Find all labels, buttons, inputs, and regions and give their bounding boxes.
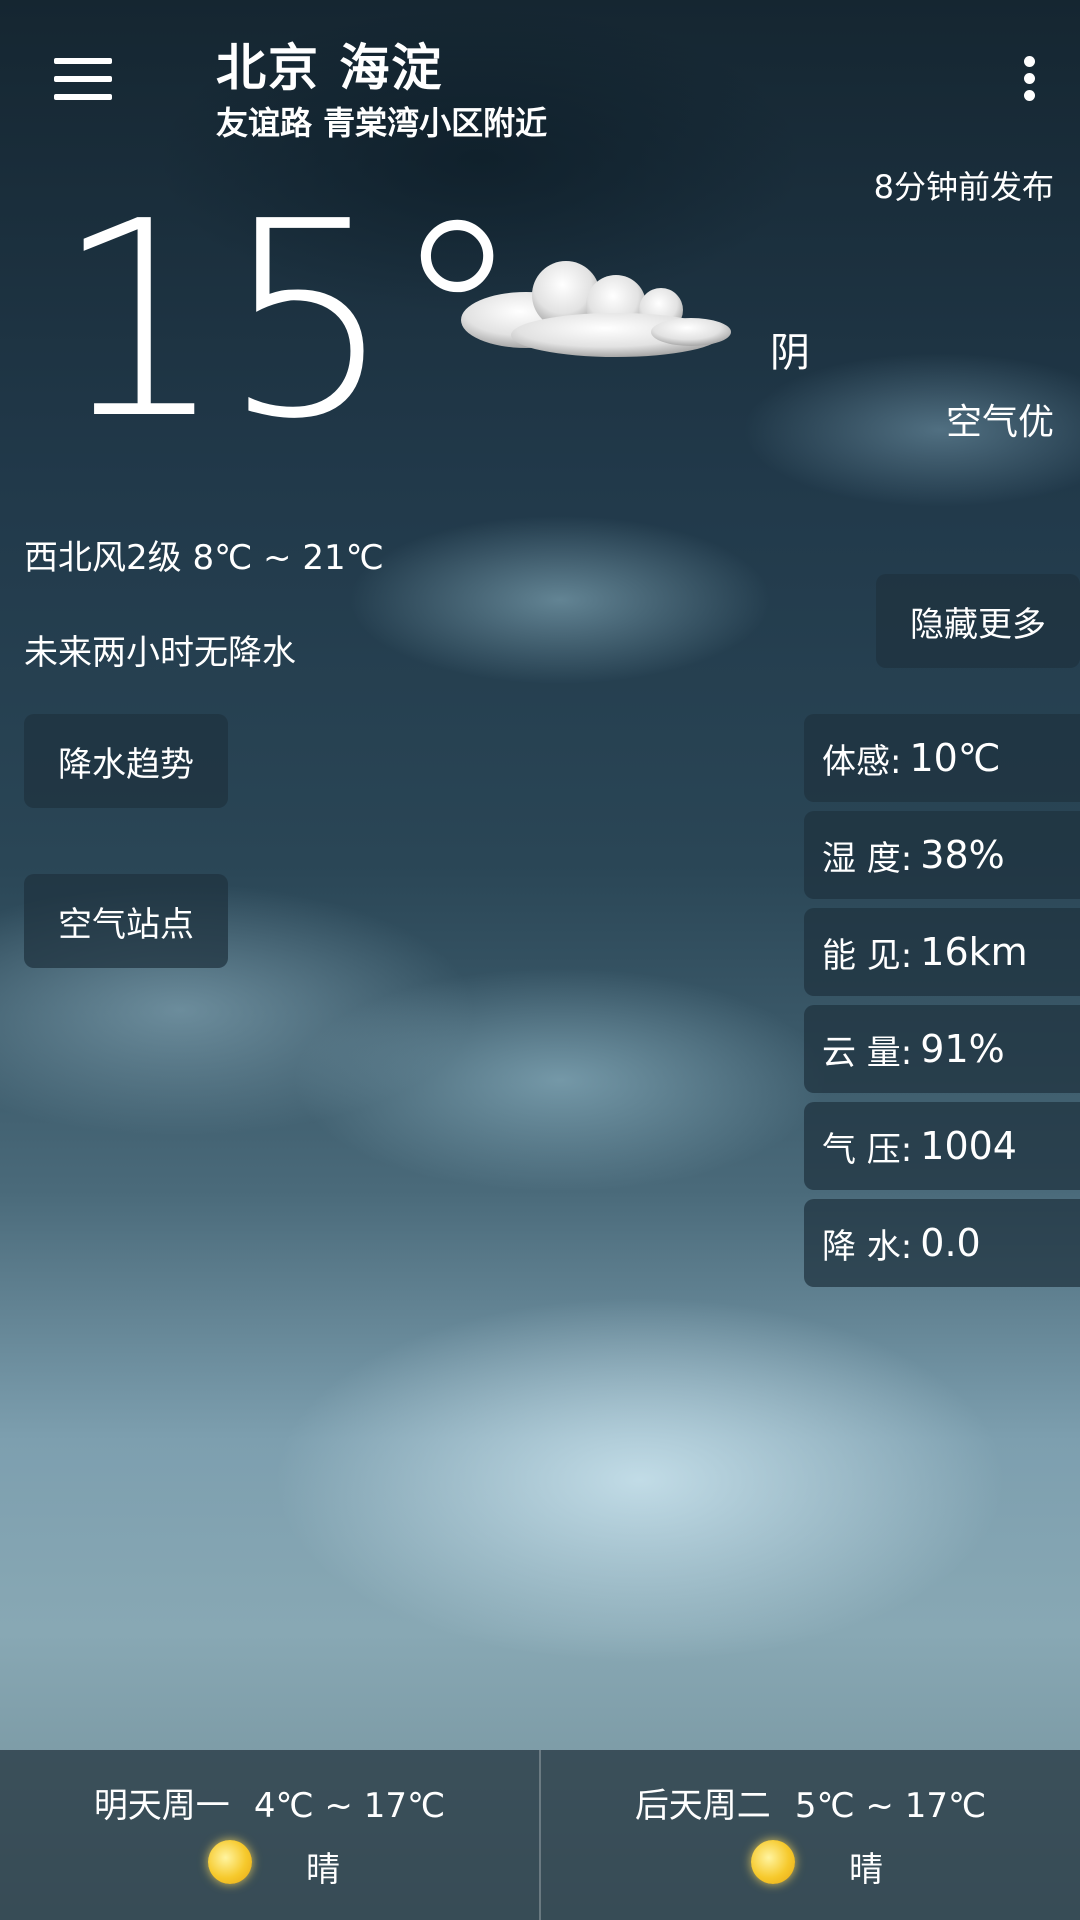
current-temperature: 15° <box>54 163 525 478</box>
forecast-temp-range: 5℃ ~ 17℃ <box>794 1786 987 1826</box>
forecast-condition: 晴 <box>849 1850 883 1890</box>
metric-value: 16km <box>920 930 1028 974</box>
metric-value: 1004 <box>920 1124 1017 1168</box>
wind-temperature-range: 西北风2级 8℃ ~ 21℃ <box>24 538 384 578</box>
forecast-day-name: 后天周二 <box>634 1786 771 1826</box>
metric-value: 0.0 <box>920 1221 981 1265</box>
metric-pressure: 气 压: 1004 <box>804 1102 1080 1190</box>
sun-icon <box>208 1840 252 1884</box>
metric-label: 气 压: <box>822 1129 913 1170</box>
metric-value: 10℃ <box>909 736 1001 780</box>
cloud-icon <box>461 261 731 357</box>
metric-cloud-cover: 云 量: 91% <box>804 1005 1080 1093</box>
metric-value: 38% <box>920 833 1005 877</box>
hamburger-menu-icon[interactable] <box>54 58 112 100</box>
forecast-day-after-tomorrow[interactable]: 后天周二 5℃ ~ 17℃ 晴 <box>539 1750 1080 1920</box>
hide-more-button[interactable]: 隐藏更多 <box>876 574 1080 668</box>
forecast-temp-range: 4℃ ~ 17℃ <box>253 1786 446 1826</box>
location-subtitle: 友谊路 青棠湾小区附近 <box>216 104 548 142</box>
metric-label: 云 量: <box>822 1032 913 1073</box>
metric-label: 湿 度: <box>822 838 913 879</box>
forecast-day-tomorrow[interactable]: 明天周一 4℃ ~ 17℃ 晴 <box>0 1750 539 1920</box>
metric-humidity: 湿 度: 38% <box>804 811 1080 899</box>
forecast-bar: 明天周一 4℃ ~ 17℃ 晴 后天周二 5℃ ~ 17℃ 晴 <box>0 1750 1080 1920</box>
weather-condition: 阴 <box>770 330 810 376</box>
metric-visibility: 能 见: 16km <box>804 908 1080 996</box>
more-vertical-icon[interactable] <box>1024 56 1036 102</box>
metric-precipitation: 降 水: 0.0 <box>804 1199 1080 1287</box>
forecast-condition: 晴 <box>306 1850 340 1890</box>
forecast-day-name: 明天周一 <box>93 1786 230 1826</box>
metric-label: 降 水: <box>822 1226 913 1267</box>
metric-label: 体感: <box>822 741 902 782</box>
metric-feels-like: 体感: 10℃ <box>804 714 1080 802</box>
rain-trend-button[interactable]: 降水趋势 <box>24 714 228 808</box>
sun-icon <box>751 1840 795 1884</box>
city-title: 北京 海淀 <box>216 39 444 97</box>
metric-value: 91% <box>920 1027 1005 1071</box>
air-quality-label[interactable]: 空气优 <box>946 393 1054 445</box>
forecast-day-header: 明天周一 4℃ ~ 17℃ <box>0 1778 539 1827</box>
weather-metrics-panel: 体感: 10℃ 湿 度: 38% 能 见: 16km 云 量: 91% 气 压:… <box>804 714 1080 1296</box>
rain-forecast-text: 未来两小时无降水 <box>24 633 296 673</box>
published-time: 8分钟前发布 <box>873 168 1054 206</box>
air-station-button[interactable]: 空气站点 <box>24 874 228 968</box>
metric-label: 能 见: <box>822 935 913 976</box>
forecast-day-header: 后天周二 5℃ ~ 17℃ <box>541 1778 1080 1827</box>
